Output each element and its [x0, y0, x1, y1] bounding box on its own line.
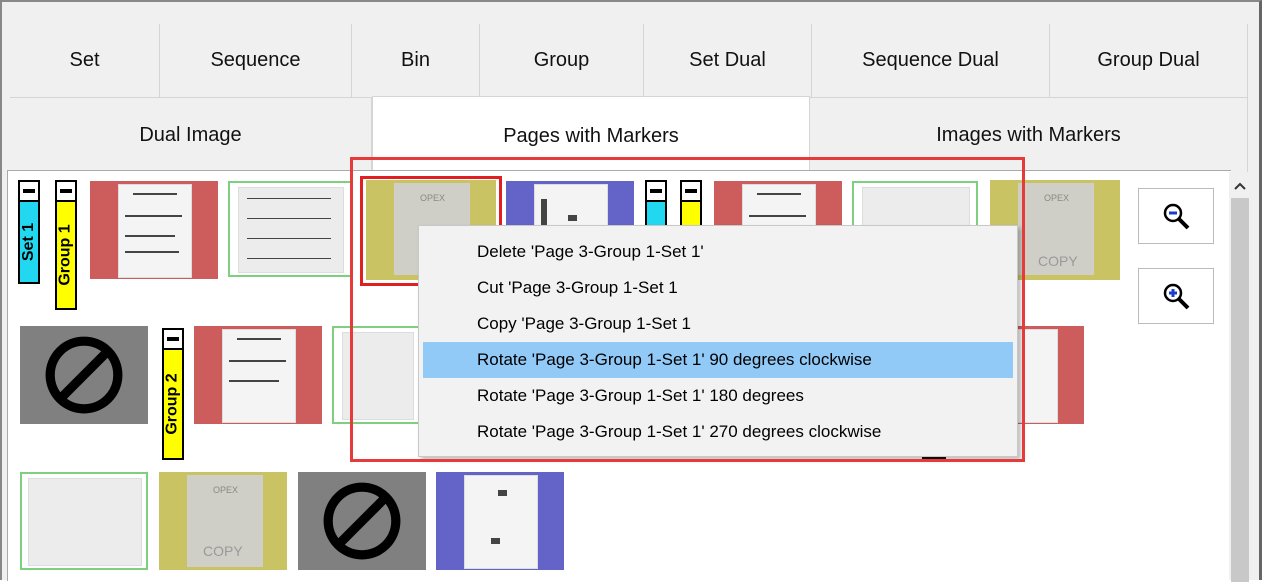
vertical-scrollbar[interactable] [1229, 172, 1251, 582]
menu-item-rotate-90[interactable]: Rotate 'Page 3-Group 1-Set 1' 90 degrees… [423, 342, 1013, 378]
menu-item-cut[interactable]: Cut 'Page 3-Group 1-Set 1 [423, 270, 1013, 306]
menu-item-rotate-180[interactable]: Rotate 'Page 3-Group 1-Set 1' 180 degree… [423, 378, 1013, 414]
scrollbar-thumb[interactable] [1231, 198, 1249, 582]
tab-sequence[interactable]: Sequence [160, 24, 352, 98]
thumbnail-watermark: COPY [203, 543, 243, 559]
menu-item-rotate-270[interactable]: Rotate 'Page 3-Group 1-Set 1' 270 degree… [423, 414, 1013, 450]
tab-group-dual[interactable]: Group Dual [1050, 24, 1248, 98]
page-thumbnail[interactable] [436, 472, 564, 570]
marker-tab-icon [680, 180, 702, 202]
marker-tab-icon [18, 180, 40, 202]
tab-bin[interactable]: Bin [352, 24, 480, 98]
group-marker[interactable]: Group 2 [162, 348, 184, 460]
group-marker[interactable]: Group 1 [55, 200, 77, 310]
tab-set-dual[interactable]: Set Dual [644, 24, 812, 98]
prohibited-icon [323, 482, 401, 560]
page-thumbnail[interactable] [194, 326, 322, 424]
blank-page-thumbnail[interactable] [20, 326, 148, 424]
tab-group[interactable]: Group [480, 24, 644, 98]
context-menu: Delete 'Page 3-Group 1-Set 1' Cut 'Page … [418, 225, 1018, 457]
tab-images-with-markers[interactable]: Images with Markers [810, 98, 1248, 174]
menu-item-delete[interactable]: Delete 'Page 3-Group 1-Set 1' [423, 234, 1013, 270]
set-marker-partial[interactable] [645, 200, 667, 228]
group-marker-label: Group 2 [164, 373, 181, 435]
zoom-out-icon [1163, 203, 1190, 230]
menu-item-copy[interactable]: Copy 'Page 3-Group 1-Set 1 [423, 306, 1013, 342]
page-thumbnail[interactable] [20, 472, 148, 570]
page-thumbnail[interactable] [332, 326, 422, 424]
page-thumbnail[interactable] [228, 181, 352, 277]
page-thumbnail[interactable]: OPEX COPY [159, 472, 287, 570]
thumbnail-header: OPEX [1044, 193, 1070, 203]
page-thumbnail[interactable] [90, 181, 218, 279]
tab-set[interactable]: Set [10, 24, 160, 98]
marker-tab-icon [162, 328, 184, 350]
group-marker-label: Group 1 [57, 224, 74, 286]
set-marker[interactable]: Set 1 [18, 200, 40, 284]
thumbnail-watermark: COPY [1038, 253, 1078, 269]
page-thumbnail[interactable] [1016, 326, 1084, 424]
tab-dual-image[interactable]: Dual Image [10, 98, 372, 174]
set-marker-label: Set 1 [20, 222, 37, 262]
zoom-in-icon [1163, 283, 1190, 310]
group-marker-partial[interactable] [680, 200, 702, 228]
zoom-in-button[interactable] [1138, 268, 1214, 324]
prohibited-icon [45, 336, 123, 414]
marker-tab-icon [55, 180, 77, 202]
marker-tab-icon [645, 180, 667, 202]
tab-sequence-dual[interactable]: Sequence Dual [812, 24, 1050, 98]
tab-pages-with-markers[interactable]: Pages with Markers [372, 96, 810, 174]
scroll-up-icon[interactable] [1233, 178, 1247, 196]
blank-page-thumbnail[interactable] [298, 472, 426, 570]
zoom-out-button[interactable] [1138, 188, 1214, 244]
thumbnail-header: OPEX [213, 485, 239, 495]
